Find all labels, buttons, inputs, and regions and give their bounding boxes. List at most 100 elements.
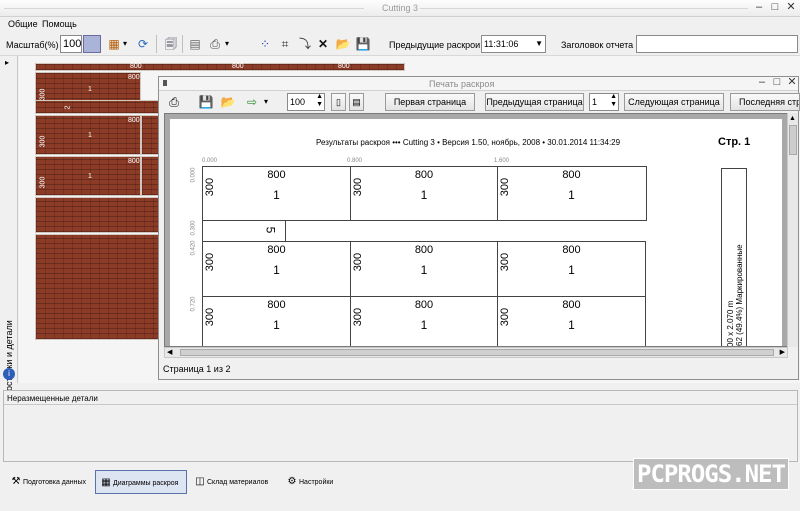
scroll-thumb[interactable] <box>180 349 774 356</box>
spinner-arrows-icon[interactable]: ▲ ▼ <box>316 93 323 109</box>
tab-cutting-diagrams[interactable]: ▦ Диаграммы раскроя <box>95 470 187 494</box>
dropdown-arrow-icon[interactable]: ▾ <box>222 35 232 53</box>
close-icon[interactable]: ✕ <box>784 2 798 14</box>
tab-settings[interactable]: ⚙ Настройки <box>282 470 342 494</box>
tab-data-prep[interactable]: ⚒ Подготовка данных <box>6 470 94 494</box>
toolbar-separator <box>182 35 183 53</box>
info-icon[interactable]: i <box>3 368 15 380</box>
sheet-strip[interactable]: 2 <box>35 100 175 114</box>
delete-icon[interactable]: ✕ <box>314 35 332 53</box>
minimize-icon[interactable]: – <box>752 2 766 14</box>
zoom-value: 100 <box>290 97 306 107</box>
open-folder-icon[interactable]: 📂 <box>219 93 237 111</box>
previous-cuts-label: Предыдущие раскрои <box>389 40 481 50</box>
cut-piece[interactable]: 800 1 300 <box>202 296 351 346</box>
piece-width: 800 <box>562 244 581 256</box>
horizontal-scrollbar[interactable]: ◀ ▶ <box>164 347 788 358</box>
maximize-icon[interactable]: □ <box>770 77 784 89</box>
piece-height: 300 <box>39 176 47 189</box>
scale-input[interactable]: 100 <box>60 35 82 53</box>
piece-qty: 1 <box>420 188 428 202</box>
dropdown-arrow-icon[interactable]: ▾ <box>261 93 271 111</box>
piece-height: 300 <box>352 307 364 327</box>
first-page-button[interactable]: Первая страница <box>385 93 475 111</box>
scale-label: Масштаб(%) <box>6 40 59 50</box>
expand-arrow-icon[interactable]: ▸ <box>5 58 9 67</box>
arrange-icon[interactable]: ⁘ <box>256 35 274 53</box>
close-icon[interactable]: ✕ <box>785 77 799 89</box>
tab-warehouse[interactable]: ◫ Склад материалов <box>190 470 280 494</box>
minimize-icon[interactable]: – <box>755 77 769 89</box>
piece-qty: 1 <box>88 173 92 180</box>
titlebar-line-right <box>420 8 748 9</box>
top-label: 800 <box>232 63 244 70</box>
save-icon[interactable]: 💾 <box>197 93 215 111</box>
tab-label: Склад материалов <box>207 479 269 486</box>
chevron-down-icon[interactable]: ▼ <box>535 36 543 52</box>
ruler-left-label: 0.000 <box>190 167 197 183</box>
sheet-piece[interactable]: 800 1 300 <box>35 115 141 155</box>
piece-qty: 1 <box>568 188 575 202</box>
menu-item-general[interactable]: Общие <box>8 19 38 29</box>
cut-piece[interactable]: 800 1 300 <box>202 241 351 297</box>
window-titlebar: Cutting 3 – □ ✕ <box>0 0 800 17</box>
color-swatch-icon[interactable] <box>83 35 101 53</box>
piece-height: 300 <box>352 177 364 197</box>
sheet-piece[interactable]: 800 1 300 <box>35 156 141 196</box>
page-label: Стр. 1 <box>718 136 751 148</box>
cut-piece[interactable]: 800 1 300 <box>497 241 646 297</box>
multi-page-icon[interactable]: ▤ <box>349 93 364 111</box>
main-toolbar: Масштаб(%) 100 ▦ ▾ ⟳ 🗐 ▤ ⎙ ▾ ⁘ ⌗ ⤵ ✕ 📂 💾… <box>0 32 800 56</box>
prev-page-button[interactable]: Предыдущая страница <box>485 93 584 111</box>
last-page-button[interactable]: Последняя страница <box>730 93 800 111</box>
open-folder-icon[interactable]: 📂 <box>334 35 352 53</box>
piece-width: 800 <box>267 299 286 311</box>
piece-width: 800 <box>128 74 140 81</box>
settings-icon: ⚙ <box>287 476 297 487</box>
zoom-spinner[interactable]: 100 ▲ ▼ <box>287 93 325 111</box>
print-preview-icon[interactable]: 🗐 <box>162 35 180 53</box>
cut-piece[interactable]: 800 1 300 <box>350 296 498 346</box>
scroll-thumb[interactable] <box>789 125 797 155</box>
printer-icon[interactable]: ⎙ <box>165 93 183 111</box>
refresh-icon[interactable]: ⟳ <box>134 35 152 53</box>
piece-qty: 1 <box>273 188 280 202</box>
next-page-button[interactable]: Следующая страница <box>624 93 724 111</box>
scroll-up-icon[interactable]: ▲ <box>789 115 796 122</box>
report-title-input[interactable] <box>636 35 798 53</box>
ruler-top-label: 1.600 <box>494 158 510 164</box>
scroll-right-icon[interactable]: ▶ <box>780 348 785 356</box>
strip-label: 2 <box>64 105 72 110</box>
cut-lines-icon[interactable]: ⌗ <box>276 35 294 53</box>
sheet-remainder[interactable] <box>35 234 161 340</box>
print-toolbar: ⎙ 💾 📂 ⇨ ▾ 100 ▲ ▼ ▯ ▤ Первая страница Пре… <box>159 91 800 113</box>
cut-piece[interactable]: 800 1 300 <box>497 296 646 346</box>
cut-piece[interactable]: 800 1 300 <box>350 166 498 221</box>
export-icon[interactable]: ⇨ <box>243 93 261 111</box>
previous-cuts-select[interactable]: 11:31:06 ▼ <box>481 35 546 53</box>
cut-piece[interactable]: 800 1 300 <box>497 166 646 221</box>
preview-page: Результаты раскроя ••• Cutting 3 • Верси… <box>170 119 782 347</box>
sheet-size-text: Размер: 2.800 x 2.070 m <box>726 300 735 347</box>
spinner-arrows-icon[interactable]: ▲ ▼ <box>610 93 617 109</box>
vertical-scrollbar[interactable]: ▲ <box>787 113 798 347</box>
piece-height: 300 <box>499 252 511 272</box>
piece-height: 300 <box>204 177 216 197</box>
cut-piece[interactable]: 800 1 300 <box>202 166 351 221</box>
save-icon[interactable]: 💾 <box>354 35 372 53</box>
maximize-icon[interactable]: □ <box>768 2 782 14</box>
sheet-piece[interactable] <box>35 197 161 233</box>
menu-item-help[interactable]: Помощь <box>42 19 77 29</box>
single-page-icon[interactable]: ▯ <box>331 93 346 111</box>
piece-width: 800 <box>267 169 286 181</box>
piece-qty: 1 <box>273 263 280 277</box>
piece-qty: 1 <box>273 318 280 332</box>
scroll-left-icon[interactable]: ◀ <box>167 348 172 356</box>
cut-piece[interactable]: 800 1 300 <box>350 241 498 297</box>
cut-strip-piece[interactable]: 5 <box>202 220 286 242</box>
dropdown-arrow-icon[interactable]: ▾ <box>120 35 130 53</box>
document-icon[interactable]: ▤ <box>186 35 204 53</box>
rotate-icon[interactable]: ⤵ <box>296 35 314 53</box>
page-spinner[interactable]: 1 ▲ ▼ <box>589 93 619 111</box>
unplaced-panel-header: Неразмещенные детали <box>4 391 797 405</box>
